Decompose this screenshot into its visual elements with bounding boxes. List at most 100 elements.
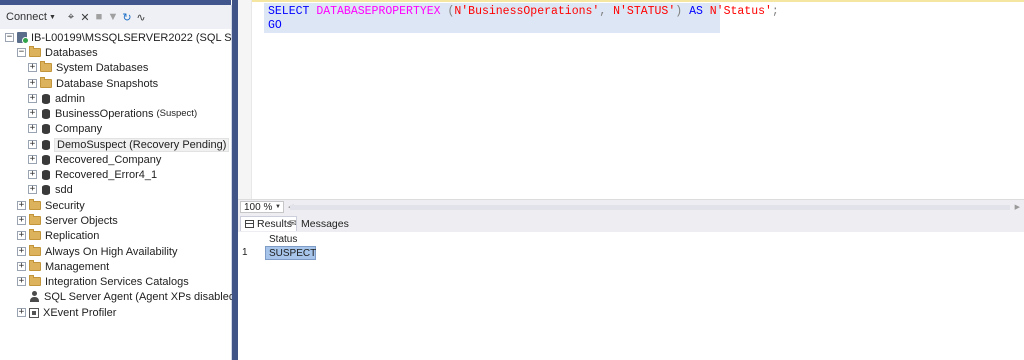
expand-icon[interactable]: + <box>17 231 26 240</box>
expand-icon[interactable]: + <box>28 170 37 179</box>
collapse-icon[interactable]: − <box>17 48 26 57</box>
node-label: BusinessOperations <box>55 107 154 120</box>
string-arg-database: N'BusinessOperations' <box>454 5 600 18</box>
zoom-bar: 100 % ▼ ◀ ▶ <box>238 199 1024 215</box>
messages-icon: ✉ <box>289 218 297 228</box>
tree-node-db-businessoperations[interactable]: + BusinessOperations (Suspect) <box>28 106 197 121</box>
expand-icon[interactable]: + <box>28 185 37 194</box>
semicolon: ; <box>771 5 779 18</box>
node-label: Management <box>45 260 110 273</box>
node-label: DemoSuspect (Recovery Pending) <box>53 137 230 152</box>
node-label: Company <box>55 122 103 135</box>
results-tab-strip: Results ✉ Messages <box>238 215 1024 232</box>
refresh-icon[interactable]: ↻ <box>120 10 134 24</box>
tree-node-db-company[interactable]: + Company <box>28 121 102 136</box>
connect-plug-icon[interactable]: ⌖ <box>64 10 78 24</box>
zoom-level: 100 % <box>244 201 273 213</box>
tree-node-db-sdd[interactable]: + sdd <box>28 182 73 197</box>
connect-button[interactable]: Connect ▼ <box>6 11 56 23</box>
tree-node-server-objects[interactable]: + Server Objects <box>17 213 118 228</box>
folder-icon <box>29 260 41 271</box>
tree-node-xevent-profiler[interactable]: + XEvent Profiler <box>17 305 116 320</box>
expand-icon[interactable]: + <box>28 63 37 72</box>
tree-node-security[interactable]: + Security <box>17 198 85 213</box>
node-label: SQL Server Agent (Agent XPs disabled) <box>44 290 239 303</box>
result-cell-status[interactable]: SUSPECT <box>265 246 316 260</box>
tree-node-db-demosuspect[interactable]: + DemoSuspect (Recovery Pending) <box>28 137 230 152</box>
tree-node-system-databases[interactable]: + System Databases <box>28 60 148 75</box>
folder-icon <box>40 61 52 72</box>
expand-icon[interactable]: + <box>28 94 37 103</box>
database-icon <box>42 154 50 165</box>
string-arg-property: N'STATUS' <box>613 5 676 18</box>
tree-node-db-recovered-company[interactable]: + Recovered_Company <box>28 152 161 167</box>
node-label: Always On High Availability <box>45 245 178 258</box>
expand-icon[interactable]: + <box>17 308 26 317</box>
database-icon <box>42 169 50 180</box>
zoom-dropdown[interactable]: 100 % ▼ <box>240 201 284 213</box>
tab-messages[interactable]: ✉ Messages <box>285 216 353 231</box>
scroll-right-icon[interactable]: ▶ <box>1015 203 1020 211</box>
tree-node-database-snapshots[interactable]: + Database Snapshots <box>28 76 158 91</box>
tree-node-management[interactable]: + Management <box>17 259 109 274</box>
code-line-2[interactable]: GO <box>268 19 282 32</box>
close-paren: ) <box>675 5 683 18</box>
expand-icon[interactable]: + <box>28 109 37 118</box>
node-label: Recovered_Error4_1 <box>55 168 158 181</box>
keyword-as: AS <box>689 5 703 18</box>
expand-icon[interactable]: + <box>17 216 26 225</box>
tree-node-databases[interactable]: − Databases <box>17 45 98 60</box>
function-name: DATABASEPROPERTYEX <box>316 5 441 18</box>
connect-dropdown-icon[interactable]: ▼ <box>49 14 56 21</box>
string-alias: N'Status' <box>709 5 772 18</box>
row-number[interactable]: 1 <box>242 247 248 258</box>
filter-icon[interactable]: ▼ <box>106 10 120 24</box>
tree-node-integration-services[interactable]: + Integration Services Catalogs <box>17 274 189 289</box>
folder-icon <box>29 229 41 240</box>
horizontal-scrollbar[interactable] <box>290 205 1010 210</box>
expand-icon[interactable]: + <box>17 277 26 286</box>
column-header-status[interactable]: Status <box>265 233 317 246</box>
expand-icon[interactable]: + <box>28 79 37 88</box>
collapse-icon[interactable]: − <box>5 33 14 42</box>
xevent-profiler-icon <box>29 307 39 318</box>
sql-agent-icon <box>29 291 40 302</box>
server-icon <box>17 32 29 44</box>
disconnect-icon[interactable]: ✕ <box>78 10 92 24</box>
tab-messages-label: Messages <box>301 217 349 230</box>
editor-change-bar <box>252 0 1024 2</box>
tree-node-always-on[interactable]: + Always On High Availability <box>17 244 177 259</box>
folder-icon <box>29 46 41 57</box>
node-label: Server Objects <box>45 214 118 227</box>
expand-icon[interactable]: + <box>17 201 26 210</box>
databases-label: Databases <box>45 46 98 59</box>
tree-node-sql-agent[interactable]: SQL Server Agent (Agent XPs disabled) <box>29 289 239 304</box>
node-label: Database Snapshots <box>56 77 159 90</box>
code-line-1[interactable]: SELECT DATABASEPROPERTYEX (N'BusinessOpe… <box>268 5 779 18</box>
tree-node-db-admin[interactable]: + admin <box>28 91 85 106</box>
expand-icon[interactable]: + <box>17 247 26 256</box>
expand-icon[interactable]: + <box>28 140 37 149</box>
database-icon <box>42 108 50 119</box>
tree-node-db-recovered-error4-1[interactable]: + Recovered_Error4_1 <box>28 167 157 182</box>
keyword-select: SELECT <box>268 5 310 18</box>
expand-icon[interactable]: + <box>28 155 37 164</box>
chevron-down-icon: ▼ <box>275 204 281 210</box>
stop-icon[interactable]: ■ <box>92 10 106 24</box>
database-icon <box>42 123 50 134</box>
node-label: admin <box>55 92 85 105</box>
expand-icon[interactable]: + <box>17 262 26 271</box>
folder-icon <box>40 77 52 88</box>
keyword-go: GO <box>268 19 282 32</box>
database-icon <box>42 139 50 150</box>
activity-monitor-icon[interactable]: ∿ <box>134 10 148 24</box>
object-explorer-toolbar: Connect ▼ ⌖ ✕ ■ ▼ ↻ ∿ <box>0 5 231 29</box>
node-label: sdd <box>55 183 73 196</box>
query-editor[interactable]: SELECT DATABASEPROPERTYEX (N'BusinessOpe… <box>238 0 1024 199</box>
database-icon <box>42 184 50 195</box>
tree-node-replication[interactable]: + Replication <box>17 228 99 243</box>
node-label: Replication <box>45 229 100 242</box>
expand-icon[interactable]: + <box>28 124 37 133</box>
folder-icon <box>29 245 41 256</box>
results-grid[interactable]: Status 1 SUSPECT <box>238 232 1024 360</box>
